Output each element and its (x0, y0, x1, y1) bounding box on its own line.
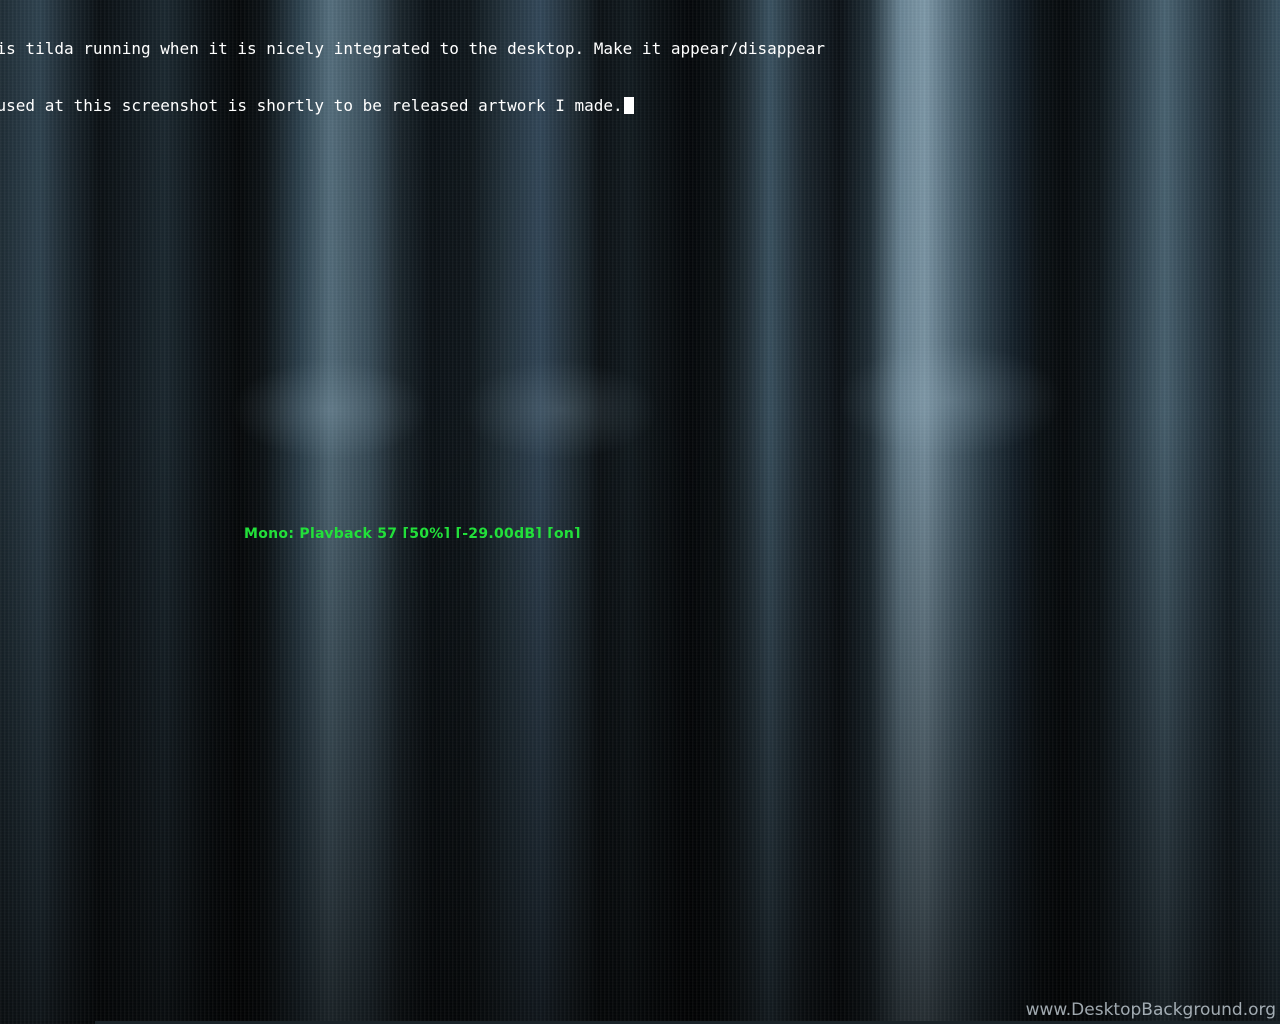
terminal-cursor (623, 97, 634, 114)
volume-osd-text: Mono: Playback 57 [50%] [-29.00dB] [on] (244, 526, 581, 538)
terminal-line-1: his is tilda running when it is nicely i… (0, 39, 825, 58)
terminal-line-2-text: und used at this screenshot is shortly t… (0, 96, 623, 115)
desktop-background: his is tilda running when it is nicely i… (0, 0, 1280, 1024)
terminal-line-2: und used at this screenshot is shortly t… (0, 96, 958, 115)
wallpaper-highlights (0, 0, 1280, 1024)
tilda-terminal[interactable]: his is tilda running when it is nicely i… (0, 1, 958, 153)
wallpaper-texture (0, 0, 1280, 1024)
watermark-text: www.DesktopBackground.org (1025, 1000, 1276, 1020)
